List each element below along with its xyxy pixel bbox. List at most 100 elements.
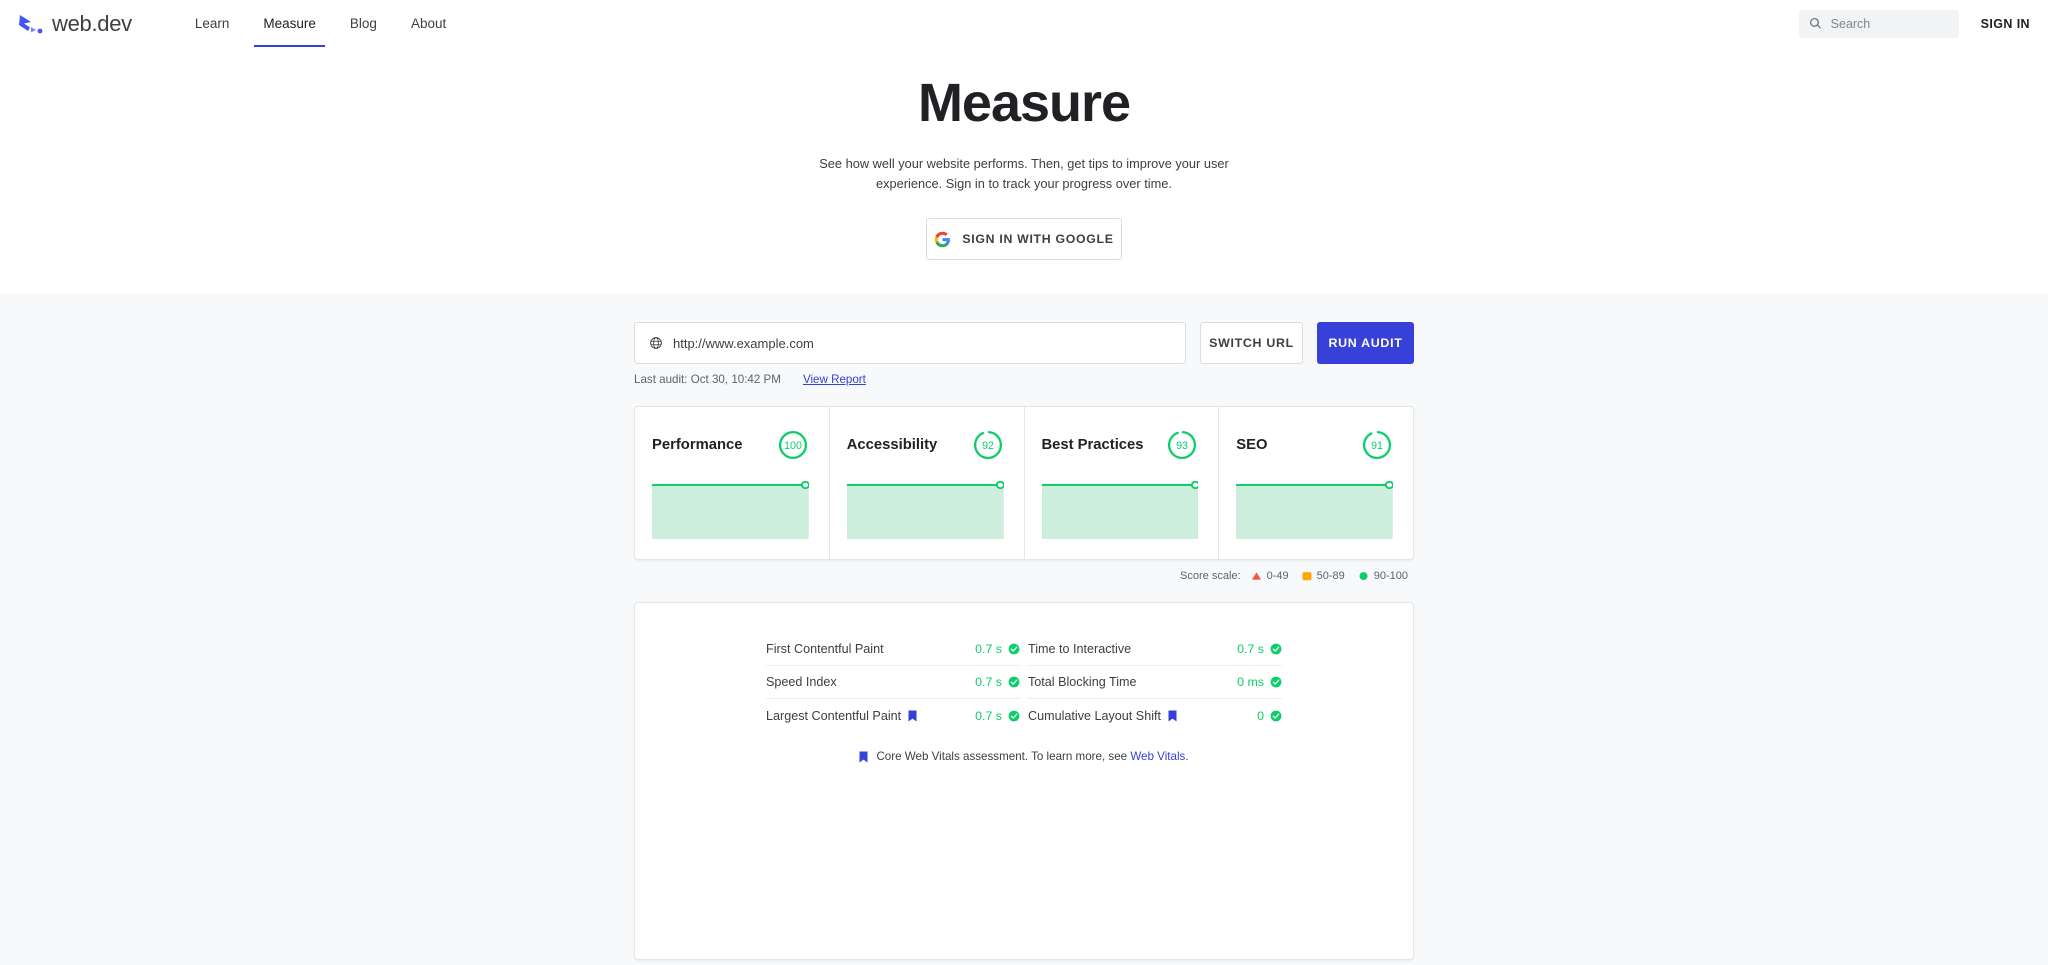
url-row: SWITCH URL RUN AUDIT — [634, 322, 1414, 365]
check-circle-icon — [1008, 710, 1020, 722]
footnote-suffix: . — [1185, 750, 1189, 764]
main-nav: Learn Measure Blog About — [178, 0, 463, 47]
metric-row: Time to Interactive 0.7 s — [1028, 633, 1282, 667]
score-value: 91 — [1371, 440, 1383, 452]
metric-name-wrapper: Total Blocking Time — [1028, 675, 1137, 689]
score-card-performance[interactable]: Performance 100 — [635, 407, 830, 560]
nav-item-blog[interactable]: Blog — [333, 0, 394, 47]
metrics-column-left: First Contentful Paint 0.7 s Speed Index… — [766, 633, 1020, 732]
metric-name-wrapper: Time to Interactive — [1028, 642, 1131, 656]
score-card-title: Accessibility — [846, 437, 938, 454]
footnote-text: Core Web Vitals assessment. To learn mor… — [876, 750, 1188, 763]
web-dev-logo-icon — [19, 14, 43, 33]
metric-label: Speed Index — [766, 675, 837, 690]
metric-row: Speed Index 0.7 s — [766, 666, 1020, 700]
score-sparkline-accessibility — [846, 481, 1004, 540]
score-card-seo[interactable]: SEO 91 — [1219, 407, 1413, 559]
metric-value-wrapper: 0.7 s — [975, 675, 1020, 689]
metric-name-wrapper: Largest Contentful Paint — [766, 709, 917, 723]
score-gauge-performance: 100 — [778, 431, 807, 460]
brand-name: web.dev — [52, 10, 132, 36]
metric-value-wrapper: 0.7 s — [975, 642, 1020, 656]
hero-subtitle: See how well your website performs. Then… — [819, 155, 1229, 191]
check-circle-icon — [1270, 676, 1282, 688]
hero-section: Measure See how well your website perfor… — [0, 47, 2048, 295]
check-circle-icon — [1008, 676, 1020, 688]
search-icon — [1809, 18, 1821, 29]
audit-container: SWITCH URL RUN AUDIT Last audit: Oct 30,… — [634, 322, 1414, 961]
page-title: Measure — [917, 73, 1131, 133]
metric-value: 0 ms — [1237, 675, 1264, 690]
view-report-link[interactable]: View Report — [803, 373, 866, 386]
score-card-header: Performance 100 — [652, 429, 809, 461]
circle-icon — [1359, 572, 1368, 581]
score-scale-range: 50-89 — [1316, 570, 1345, 583]
nav-item-measure[interactable]: Measure — [246, 0, 333, 47]
metric-value: 0.7 s — [975, 675, 1002, 690]
brand-logo[interactable]: web.dev — [18, 11, 132, 37]
score-value: 93 — [1176, 440, 1188, 452]
score-card-title: Performance — [652, 437, 743, 454]
metric-value-wrapper: 0.7 s — [1237, 642, 1282, 656]
url-input[interactable] — [673, 335, 1171, 351]
score-scale-item-low: 0-49 — [1251, 570, 1289, 582]
metric-value-wrapper: 0.7 s — [975, 709, 1020, 723]
metric-label: Total Blocking Time — [1028, 675, 1137, 690]
score-gauge-seo: 91 — [1362, 431, 1392, 460]
footnote-prefix: Core Web Vitals assessment. To learn mor… — [876, 750, 1131, 764]
score-value: 92 — [982, 440, 994, 452]
url-input-wrapper[interactable] — [634, 322, 1186, 365]
nav-item-learn[interactable]: Learn — [178, 0, 247, 47]
sign-in-button[interactable]: SIGN IN — [1981, 17, 2030, 31]
metric-row: Cumulative Layout Shift 0 — [1028, 699, 1282, 732]
score-gauge-accessibility: 92 — [973, 431, 1002, 460]
sign-in-with-google-button[interactable]: SIGN IN WITH GOOGLE — [926, 218, 1122, 261]
nav-item-about[interactable]: About — [394, 0, 463, 47]
metrics-panel: First Contentful Paint 0.7 s Speed Index… — [634, 602, 1414, 961]
score-card-header: SEO 91 — [1236, 429, 1393, 461]
metric-value-wrapper: 0 ms — [1237, 675, 1282, 689]
score-scale-item-high: 90-100 — [1358, 570, 1408, 582]
score-card-title: SEO — [1236, 437, 1268, 454]
run-audit-button[interactable]: RUN AUDIT — [1317, 322, 1414, 365]
core-web-vitals-bookmark-icon — [908, 710, 917, 722]
check-circle-icon — [1270, 643, 1282, 655]
score-scale-range: 90-100 — [1373, 570, 1408, 583]
check-circle-icon — [1270, 710, 1282, 722]
metric-row: Largest Contentful Paint 0.7 s — [766, 699, 1020, 732]
globe-icon — [650, 337, 662, 350]
core-web-vitals-footnote: Core Web Vitals assessment. To learn mor… — [635, 750, 1413, 763]
metric-value: 0.7 s — [975, 642, 1002, 657]
web-vitals-link[interactable]: Web Vitals — [1130, 750, 1185, 763]
triangle-icon — [1251, 572, 1261, 580]
audit-meta: Last audit: Oct 30, 10:42 PM View Report — [634, 373, 1414, 386]
check-circle-icon — [1008, 643, 1020, 655]
score-value: 100 — [784, 440, 802, 452]
metric-label: Largest Contentful Paint — [766, 708, 902, 723]
metric-row: First Contentful Paint 0.7 s — [766, 633, 1020, 667]
score-gauge-best-practices: 93 — [1168, 431, 1197, 460]
score-card-best-practices[interactable]: Best Practices 93 — [1025, 407, 1220, 560]
google-button-label: SIGN IN WITH GOOGLE — [962, 232, 1114, 247]
square-icon — [1302, 572, 1311, 581]
score-scale-label: Score scale: — [1180, 570, 1241, 583]
score-card-header: Accessibility 92 — [847, 429, 1004, 461]
score-scale-range: 0-49 — [1266, 570, 1289, 583]
metric-row: Total Blocking Time 0 ms — [1028, 666, 1282, 700]
score-card-header: Best Practices 93 — [1042, 429, 1199, 461]
metric-name-wrapper: First Contentful Paint — [766, 642, 884, 656]
score-scale-item-mid: 50-89 — [1302, 570, 1345, 582]
score-sparkline-best-practices — [1041, 481, 1199, 540]
metric-value: 0.7 s — [1237, 642, 1264, 657]
search-input[interactable] — [1830, 16, 1949, 31]
metric-label: Cumulative Layout Shift — [1028, 708, 1162, 723]
search-box[interactable] — [1798, 9, 1959, 38]
last-audit-text: Last audit: Oct 30, 10:42 PM — [634, 373, 781, 387]
score-scale-legend: Score scale: 0-49 50-89 90-100 — [634, 570, 1414, 582]
score-sparkline-seo — [1236, 481, 1393, 540]
core-web-vitals-bookmark-icon — [1168, 710, 1177, 722]
metric-name-wrapper: Speed Index — [766, 675, 837, 689]
metrics-grid: First Contentful Paint 0.7 s Speed Index… — [766, 633, 1282, 732]
switch-url-button[interactable]: SWITCH URL — [1200, 322, 1303, 365]
score-card-accessibility[interactable]: Accessibility 92 — [830, 407, 1025, 560]
